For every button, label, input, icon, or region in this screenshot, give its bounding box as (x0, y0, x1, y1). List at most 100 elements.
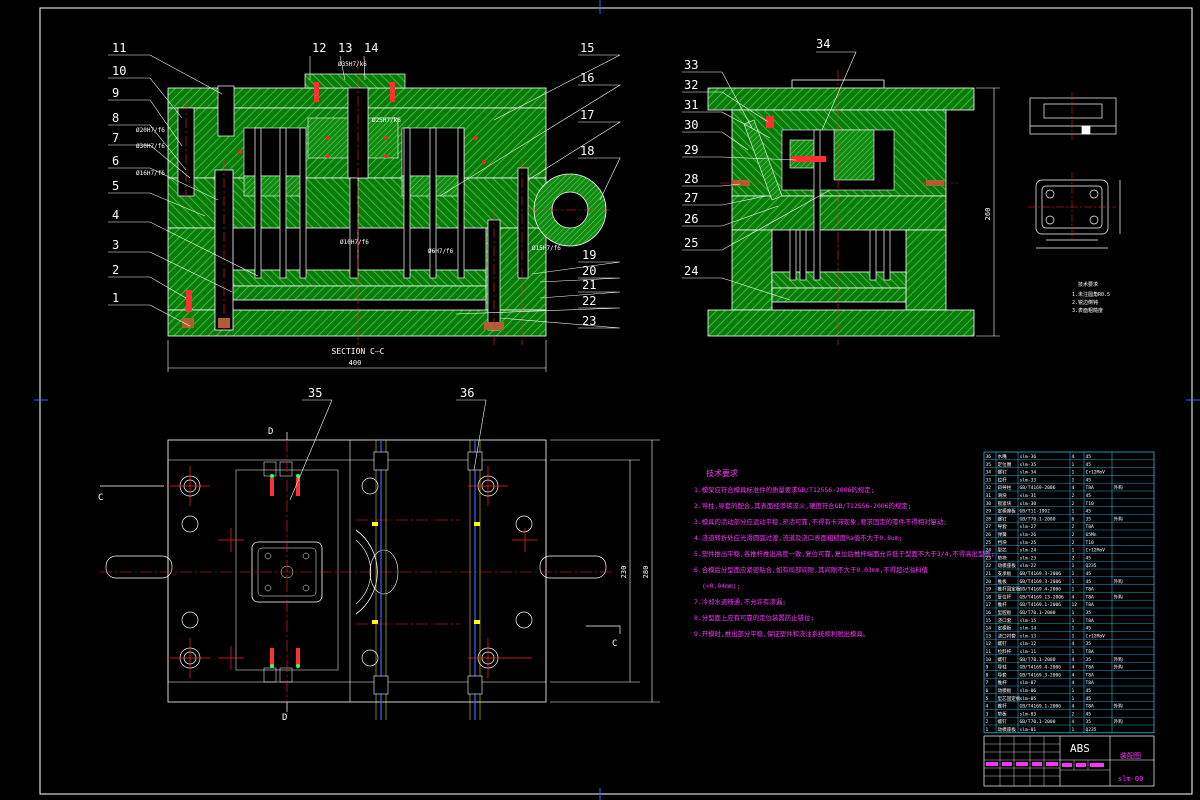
bom-cell: 导柱 (998, 664, 1008, 671)
bom-cell: 45 (1086, 571, 1092, 577)
bom-cell: 5 (986, 696, 989, 702)
bom-cell: 2 (1072, 493, 1075, 499)
bom-cell: 28 (986, 516, 992, 522)
bom-cell: 1 (1072, 633, 1075, 639)
balloon: 29 (684, 143, 698, 157)
balloon: 10 (112, 64, 126, 78)
bom-cell: 23 (986, 555, 992, 561)
bom-cell: 35 (1086, 610, 1092, 616)
fit-label: Ø16H7/f6 (136, 170, 165, 177)
bom-cell: GB/T70.1-2000 (1020, 610, 1056, 616)
bom-cell: Q235 (1086, 563, 1097, 569)
bom-cell: slm-07 (1020, 680, 1037, 686)
bom-cell: slm-34 (1020, 470, 1037, 476)
bom-cell: 外购 (1114, 664, 1124, 671)
balloon: 12 (312, 41, 326, 55)
bom-cell: 45 (1086, 696, 1092, 702)
bom-cell: 动模座板 (998, 726, 1017, 733)
bom-cell: 45 (1086, 555, 1092, 561)
fit-label: Ø30H7/f6 (136, 143, 165, 150)
balloon: 9 (112, 86, 119, 100)
bom-cell: 1 (1072, 462, 1075, 468)
bom-cell: 35 (1086, 657, 1092, 663)
bom-cell: 复位杆 (998, 593, 1012, 600)
balloon: 2 (112, 263, 119, 277)
bom-cell: T8A (1086, 485, 1095, 491)
main-width-dimension: 400 (349, 359, 362, 367)
bom-cell: slm-25 (1020, 540, 1037, 546)
bom-cell: 定模座板 (998, 508, 1017, 515)
fit-label: Ø10H7/f6 (340, 239, 369, 246)
mini-note: 1.未注圆角R0.5 (1072, 291, 1110, 298)
bom-cell: 45 (1086, 493, 1092, 499)
bom-cell: 水嘴 (998, 453, 1008, 460)
bom-cell: GB/T4169.4-2006 (1020, 587, 1062, 593)
section-mark-d-bottom: D (282, 713, 287, 723)
bom-cell: slm-12 (1020, 641, 1037, 647)
bom-cell: 外购 (1114, 718, 1124, 725)
bom-cell: 45 (1086, 454, 1092, 460)
note-line: 3.模具的活动部分应运动平稳,灵活可靠,不得有卡滞现象,要求固定的零件不得相对窜… (694, 517, 947, 526)
bom-cell: 型芯固定板 (998, 695, 1021, 702)
bom-cell: 45 (1086, 462, 1092, 468)
bom-cell: slm-14 (1020, 626, 1037, 632)
bom-cell: slm-06 (1020, 688, 1037, 694)
note-line: 1.模架应符合模具标准件的质量要求GB/T12556-2006的规定; (694, 485, 874, 494)
bom-cell: slm-23 (1020, 555, 1037, 561)
bom-cell: T8A (1086, 602, 1095, 608)
balloon: 31 (684, 98, 698, 112)
balloon: 23 (582, 314, 596, 328)
bom-cell: 挡块 (998, 539, 1008, 546)
bom-cell: 外购 (1114, 484, 1124, 491)
bom-cell: 22 (986, 563, 992, 569)
bom-cell: 2 (1072, 711, 1075, 717)
mini-note: 2.锐边倒钝 (1072, 299, 1098, 306)
bom-cell: 17 (986, 602, 992, 608)
bom-cell: 8 (986, 672, 989, 678)
balloon: 13 (338, 41, 352, 55)
bom-cell: 推板 (998, 578, 1008, 585)
bom-cell: 4 (1072, 594, 1075, 600)
balloon: 26 (684, 212, 698, 226)
bom-cell: 螺钉 (998, 718, 1008, 725)
balloon: 11 (112, 41, 126, 55)
bom-cell: 25 (986, 540, 992, 546)
title-block: ABS 装配图 slm-00 (983, 735, 1155, 787)
bom-cell: 1 (1072, 563, 1075, 569)
bom-cell: 外购 (1114, 515, 1124, 522)
bom-cell: 4 (986, 704, 989, 710)
bom-cell: 18 (986, 594, 992, 600)
plan-dimension: 230 (620, 566, 628, 579)
bom-cell: 外购 (1114, 578, 1124, 585)
bom-cell: slm-05 (1020, 696, 1037, 702)
technical-notes: 技术要求 1.模架应符合模具标准件的质量要求GB/T12556-2006的规定;… (694, 468, 995, 638)
bom-cell: GB/T4169-2006 (1020, 485, 1056, 491)
bom-cell: T8A (1086, 524, 1095, 530)
bom-cell: 12 (986, 641, 992, 647)
bom-cell: 滑块 (998, 492, 1008, 499)
balloon: 34 (816, 37, 830, 51)
drawing-number: slm-00 (1118, 775, 1143, 783)
bom-cell: 1 (1072, 649, 1075, 655)
bom-cell: 弹簧 (998, 531, 1008, 538)
bom-cell: 1 (1072, 509, 1075, 515)
bom-cell: 螺钉 (998, 469, 1008, 476)
balloon: 19 (582, 248, 596, 262)
bom-cell: 1 (1072, 477, 1075, 483)
balloon: 18 (580, 144, 594, 158)
balloon: 3 (112, 238, 119, 252)
bom-cell: 2 (1072, 540, 1075, 546)
bom-cell: T8A (1086, 665, 1095, 671)
plan-view: C C D D 230 280 (98, 427, 660, 723)
bom-cell: 斜导柱 (998, 484, 1012, 491)
bom-cell: 35 (1086, 641, 1092, 647)
bom-cell: 65Mn (1086, 532, 1097, 538)
cad-drawing-canvas: 400 SECTION C—C Ø20H7/f6 Ø30H7/f6 Ø16H7/… (34, 0, 1200, 800)
bom-cell: slm-24 (1020, 548, 1037, 554)
balloon: 27 (684, 191, 698, 205)
balloon: 17 (580, 108, 594, 122)
bom-cell: 33 (986, 477, 992, 483)
bom-cell: 30 (986, 501, 992, 507)
balloon: 32 (684, 78, 698, 92)
bom-cell: slm-26 (1020, 532, 1037, 538)
